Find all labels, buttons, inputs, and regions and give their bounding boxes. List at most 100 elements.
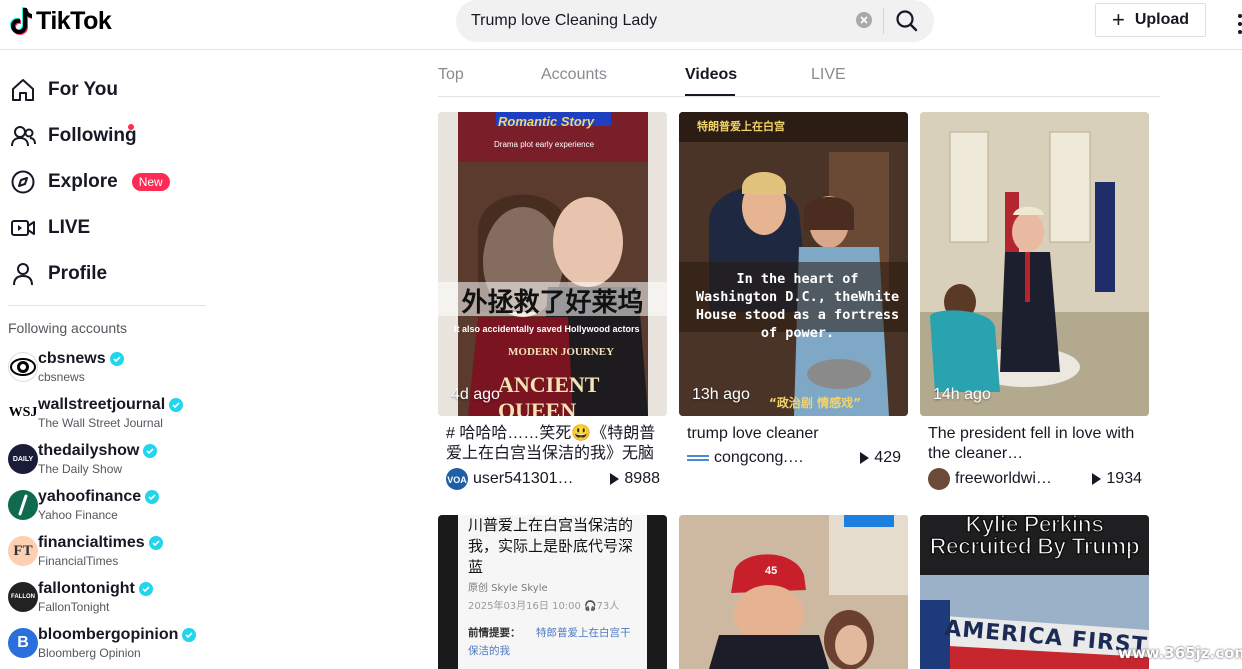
account-cbsnews[interactable]: cbsnews cbsnews (8, 350, 208, 390)
account-subtitle: FallonTonight (38, 600, 110, 614)
video-description[interactable]: trump love cleaner (687, 424, 902, 444)
new-badge: New (131, 173, 170, 191)
article-author: 原创 Skyle Skyle (468, 583, 548, 594)
account-fallontonight[interactable]: FALLON fallontonight FallonTonight (8, 580, 208, 620)
video-description[interactable]: The president fell in love with the clea… (928, 424, 1143, 464)
account-thedailyshow[interactable]: DAILY thedailyshow The Daily Show (8, 442, 208, 482)
video-age: 13h ago (692, 386, 750, 403)
active-tab-indicator (685, 94, 735, 96)
search-button[interactable] (894, 8, 920, 34)
tiktok-logo[interactable]: TikTok (8, 6, 112, 36)
account-subtitle: The Wall Street Journal (38, 416, 163, 430)
avatar: FALLON (8, 582, 38, 612)
thumbnail-image (438, 112, 667, 416)
home-icon (12, 79, 34, 101)
play-count: 1934 (1092, 470, 1142, 488)
sidebar-divider (8, 305, 206, 306)
nav-explore[interactable]: Explore New (10, 164, 170, 200)
notification-dot (128, 124, 134, 130)
video-age: 14h ago (933, 386, 991, 403)
thumbnail-title-2: Recruited By Trump (929, 532, 1141, 560)
video-thumbnail[interactable]: 特朗普爱上在白宫 In the heart of Washington D.C.… (679, 112, 908, 416)
video-thumbnail[interactable]: Kylie Perkins Recruited By Trump AMERICA… (920, 515, 1149, 669)
video-meta: congcong.… 429 (687, 446, 901, 470)
verified-icon (109, 352, 124, 366)
logo-text: TikTok (36, 6, 112, 35)
account-yahoofinance[interactable]: yahoofinance Yahoo Finance (8, 488, 208, 528)
thumbnail-mid-text: In the heart of Washington D.C., theWhit… (695, 271, 900, 341)
avatar[interactable] (687, 447, 709, 469)
video-thumbnail[interactable]: 川普爱上在白宫当保洁的 我，实际上是卧底代号深 蓝 原创 Skyle Skyle… (438, 515, 667, 669)
plus-icon: + (1111, 7, 1125, 32)
account-name: bloombergopinion (38, 626, 197, 644)
top-header: TikTok + Upload (0, 0, 1242, 50)
verified-icon (138, 582, 153, 596)
avatar: DAILY (8, 444, 38, 474)
account-bloombergopinion[interactable]: B bloombergopinion Bloomberg Opinion (8, 626, 208, 666)
more-menu-icon[interactable] (1234, 10, 1242, 40)
avatar[interactable]: VOA (446, 468, 468, 490)
thumbnail-top-text: 特朗普爱上在白宫 (697, 120, 785, 133)
play-icon (1092, 473, 1102, 485)
compass-icon (11, 170, 35, 194)
video-card[interactable]: 14h ago The president fell in love with … (920, 112, 1149, 492)
nav-following[interactable]: Following (10, 118, 137, 154)
video-thumbnail[interactable]: Romantic Story Drama plot early experien… (438, 112, 667, 416)
avatar[interactable] (928, 468, 950, 490)
video-meta: VOA user541301… 8988 (446, 467, 660, 491)
thumbnail-top-text: Romantic Story (498, 114, 595, 129)
video-meta: freeworldwi… 1934 (928, 467, 1142, 491)
video-card[interactable]: 45 (679, 515, 908, 669)
play-count: 8988 (610, 470, 660, 488)
search-icon (896, 10, 918, 32)
article-footer-label: 前情提要： (468, 627, 521, 639)
tab-live[interactable]: LIVE (811, 66, 846, 84)
play-count: 429 (860, 449, 901, 467)
tab-videos[interactable]: Videos (685, 66, 737, 84)
video-thumbnail[interactable]: 14h ago (920, 112, 1149, 416)
video-thumbnail[interactable]: 45 (679, 515, 908, 669)
account-name: wallstreetjournal (38, 396, 184, 414)
account-name: fallontonight (38, 580, 153, 598)
thumbnail-image (679, 515, 908, 669)
tiktok-note-icon (10, 7, 32, 35)
verified-icon (145, 490, 160, 504)
video-card[interactable]: 特朗普爱上在白宫 In the heart of Washington D.C.… (679, 112, 908, 492)
verified-icon (182, 628, 197, 642)
video-author[interactable]: freeworldwi… (955, 470, 1075, 488)
verified-icon (148, 536, 163, 550)
tab-top[interactable]: Top (438, 66, 464, 84)
upload-button[interactable]: + Upload (1095, 3, 1206, 37)
video-author[interactable]: user541301… (473, 470, 593, 488)
video-author[interactable]: congcong.… (714, 449, 834, 467)
tab-accounts[interactable]: Accounts (541, 66, 607, 84)
article-footer-text-2: 保洁的我 (468, 645, 510, 657)
video-description[interactable]: # 哈哈哈……笑死😃《特朗普爱上在白宫当保洁的我》无脑短… (446, 424, 661, 464)
search-tabs: Top Accounts Videos LIVE (438, 62, 1160, 97)
nav-live[interactable]: LIVE (10, 210, 90, 246)
clear-search-button[interactable] (856, 12, 872, 28)
nav-profile[interactable]: Profile (10, 256, 107, 292)
video-card[interactable]: Romantic Story Drama plot early experien… (438, 112, 667, 492)
play-icon (610, 473, 620, 485)
verified-icon (143, 444, 158, 458)
thumbnail-image (920, 112, 1149, 416)
sidebar: For You Following Explore New LIVE Profi… (0, 50, 215, 669)
account-subtitle: Yahoo Finance (38, 508, 118, 522)
account-wallstreetjournal[interactable]: WSJ wallstreetjournal The Wall Street Jo… (8, 396, 208, 436)
thumbnail-bottom-text: MODERN JOURNEY (508, 346, 615, 358)
thumbnail-sub-text: It also accidentally saved Hollywood act… (454, 324, 640, 334)
video-card[interactable]: 川普爱上在白宫当保洁的 我，实际上是卧底代号深 蓝 原创 Skyle Skyle… (438, 515, 667, 669)
article-footer-text: 特郎普爱上在白宫干 (536, 627, 631, 639)
nav-explore-label: Explore (48, 171, 118, 192)
upload-label: Upload (1134, 11, 1190, 28)
account-subtitle: The Daily Show (38, 462, 123, 476)
watermark: www.365jz.com (1118, 644, 1242, 662)
video-age: 4d ago (451, 386, 500, 403)
video-card[interactable]: Kylie Perkins Recruited By Trump AMERICA… (920, 515, 1149, 669)
nav-for-you[interactable]: For You (10, 72, 118, 108)
account-name: cbsnews (38, 350, 124, 368)
account-financialtimes[interactable]: FT financialtimes FinancialTimes (8, 534, 208, 574)
avatar: WSJ (8, 398, 38, 428)
search-input[interactable] (471, 10, 841, 32)
